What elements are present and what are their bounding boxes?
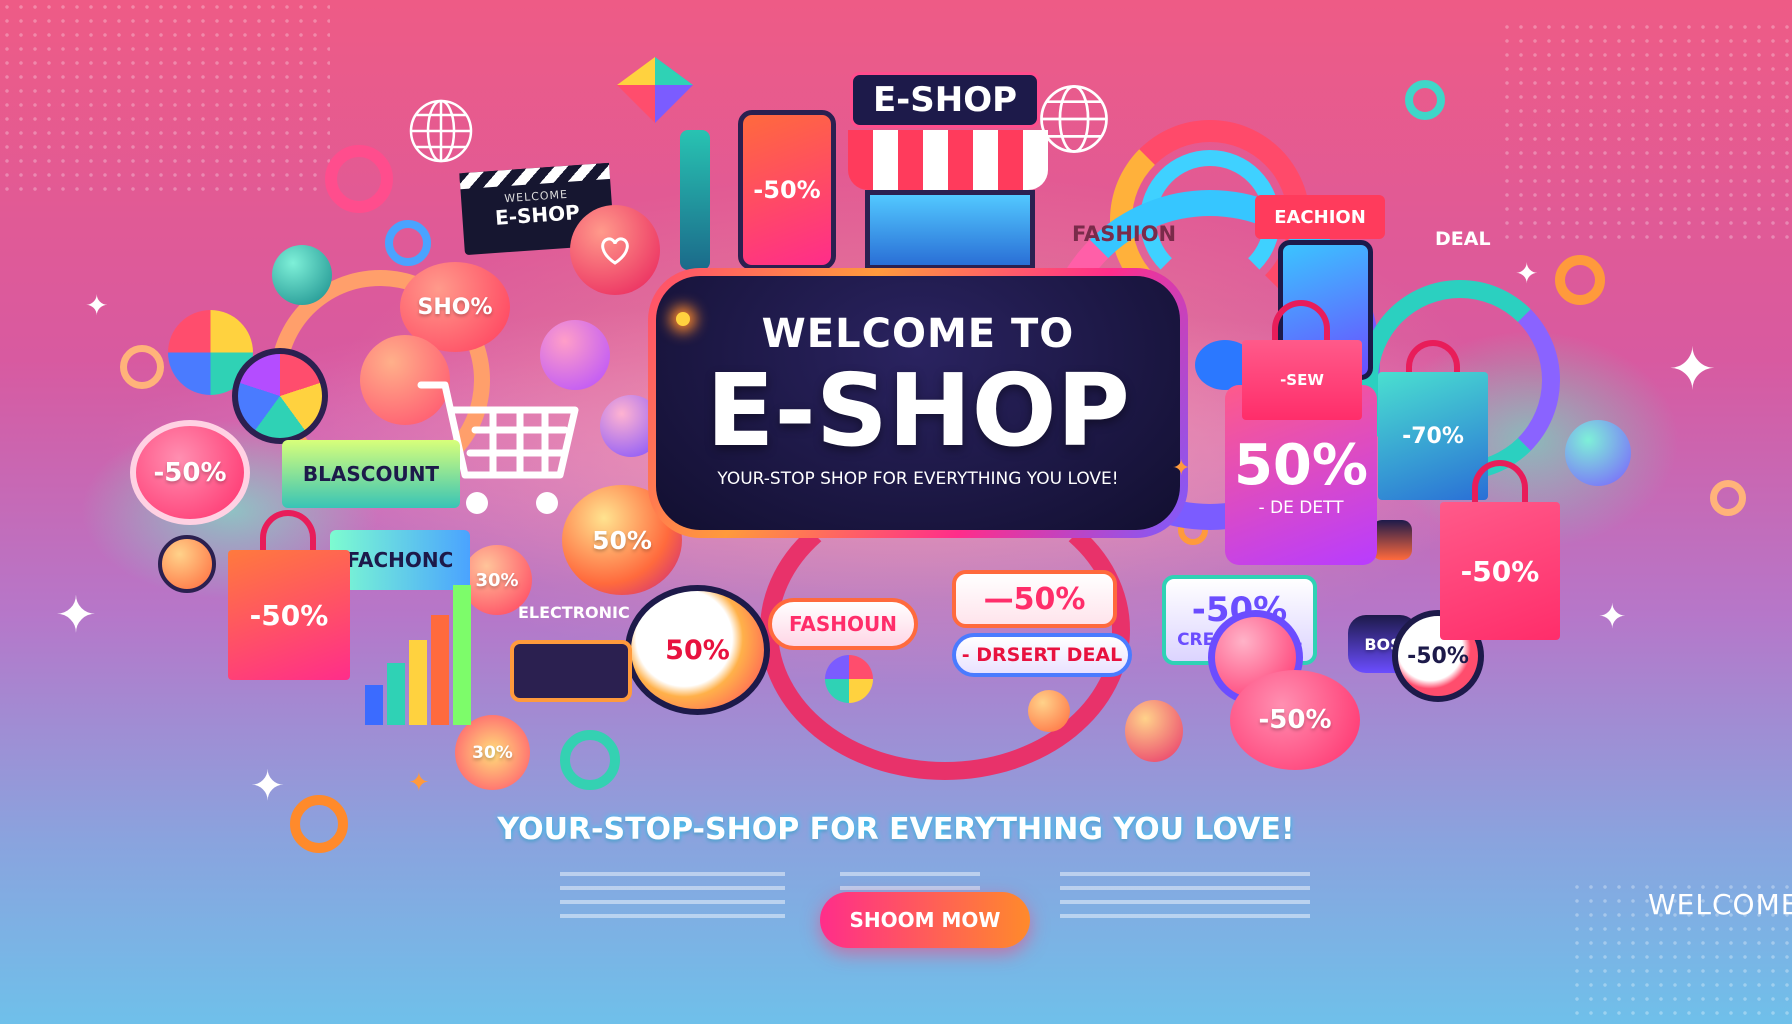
sale-bubble-lower: -50% [1230, 670, 1360, 770]
phone-icon: -50% [738, 110, 836, 270]
play-button-bubble [1565, 420, 1631, 486]
dot-pattern-top-right [1500, 20, 1792, 240]
pot-icon [1125, 700, 1183, 762]
phone-sale-text: -50% [753, 176, 821, 204]
banner-canvas: WELCOME E-SHOP -50% E-SHOP EACHION FASHI… [0, 0, 1792, 1024]
heart-bubble [570, 205, 660, 295]
tag-50-wide-text: —50% [983, 581, 1086, 617]
heart-icon [601, 237, 629, 265]
sparkle-icon: ✦ [85, 289, 109, 322]
shop-now-button[interactable]: SHOOM MOW [820, 892, 1030, 948]
ring-decoration [560, 730, 620, 790]
text-lines-decoration [1060, 872, 1310, 922]
deal-label: DEAL [1435, 228, 1491, 250]
hero-panel-tagline: YOUR-STOP SHOP FOR EVERYTHING YOU LOVE! [717, 469, 1119, 489]
ring-decoration [325, 145, 393, 213]
pink-bag-text: -SEW [1280, 371, 1324, 389]
ring-decoration [1405, 80, 1445, 120]
camera-lens-icon [232, 348, 328, 444]
hero-title-main: E-SHOP [706, 352, 1130, 469]
tagline: YOUR-STOP-SHOP FOR EVERYTHING YOU LOVE! [497, 812, 1295, 847]
globe-icon [409, 99, 473, 163]
sale-bubble-center: 50% [625, 585, 770, 715]
eachion-tag: EACHION [1255, 195, 1385, 239]
glow-dot [676, 312, 690, 326]
ring-decoration [1555, 255, 1605, 305]
store-awning [848, 130, 1048, 190]
sale-bubble-left-text: -50% [153, 457, 227, 488]
big-sale-subtext: - DE DETT [1258, 497, 1344, 518]
dessert-deal-text: - DRSERT DEAL [961, 644, 1123, 666]
store-window [865, 190, 1035, 270]
fashion-label: FASHION [1072, 222, 1177, 246]
sale-ring-right-text: -50% [1407, 643, 1469, 669]
sparkle-icon: ✦ [1172, 456, 1191, 481]
teal-bubble [272, 245, 332, 305]
shop-now-label: SHOOM MOW [849, 908, 1001, 932]
blascount-tag: BLASCOUNT [282, 440, 460, 508]
shop-bubble-text: SHO% [417, 294, 493, 320]
store-sign-text: E-SHOP [872, 80, 1018, 120]
shopping-bag-right: -50% [1440, 460, 1560, 640]
sparkle-icon: ✦ [408, 768, 430, 798]
small-bubble [158, 535, 216, 593]
big-sale-text: 50% [1233, 432, 1369, 498]
fashoun-tag[interactable]: FASHOUN [768, 598, 918, 650]
sparkle-icon: ✦ [1515, 257, 1539, 290]
sparkle-icon: ✦ [55, 586, 97, 644]
electronic-label: ELECTRONIC [518, 603, 630, 622]
sparkle-icon: ✦ [1668, 335, 1717, 403]
ring-decoration [120, 345, 164, 389]
cloud-sale-30: 30% [455, 715, 530, 790]
ring-decoration [385, 220, 431, 266]
ring-decoration [1710, 480, 1746, 516]
gift-icon [1372, 520, 1412, 560]
bag-left-sale-text: -50% [249, 598, 329, 632]
blascount-text: BLASCOUNT [302, 462, 440, 486]
fachionc-text: FACHONC [346, 548, 454, 572]
shopping-bag-left: -50% [228, 510, 350, 680]
sparkle-icon: ✦ [250, 761, 286, 810]
fashoun-text: FASHOUN [789, 612, 897, 636]
tag-50-wide: —50% [952, 570, 1117, 628]
store-sign: E-SHOP [850, 72, 1040, 128]
orange-dot [1028, 690, 1070, 732]
bottle-decoration [680, 130, 710, 270]
hero-title-top: WELCOME TO [761, 311, 1075, 357]
sale-bubble-center-text: 50% [665, 634, 730, 666]
sale-bubble-30-text: 30% [475, 569, 519, 591]
text-lines-decoration [560, 872, 785, 922]
tv-screen-icon [510, 640, 632, 702]
dessert-deal-tag[interactable]: - DRSERT DEAL [952, 633, 1132, 677]
corner-welcome-text: WELCOME [1648, 888, 1792, 921]
sale-bubble-lower-text: -50% [1258, 705, 1332, 735]
dot-pattern-top-left [0, 0, 330, 200]
shopping-bag-pink: -SEW [1242, 300, 1362, 420]
bar-chart-icon [365, 580, 475, 725]
hero-panel: WELCOME TO E-SHOP YOUR-STOP SHOP FOR EVE… [648, 268, 1188, 538]
sparkle-icon: ✦ [1598, 597, 1627, 637]
gem-icon [617, 57, 693, 123]
cloud-sale-30-text: 30% [472, 742, 513, 763]
eachion-text: EACHION [1274, 206, 1366, 228]
bag-right-sale-text: -50% [1460, 554, 1540, 588]
sale-bubble-mid-text: 50% [592, 525, 652, 555]
beach-ball-icon [825, 655, 873, 703]
teal-bag-text: -70% [1402, 423, 1464, 449]
